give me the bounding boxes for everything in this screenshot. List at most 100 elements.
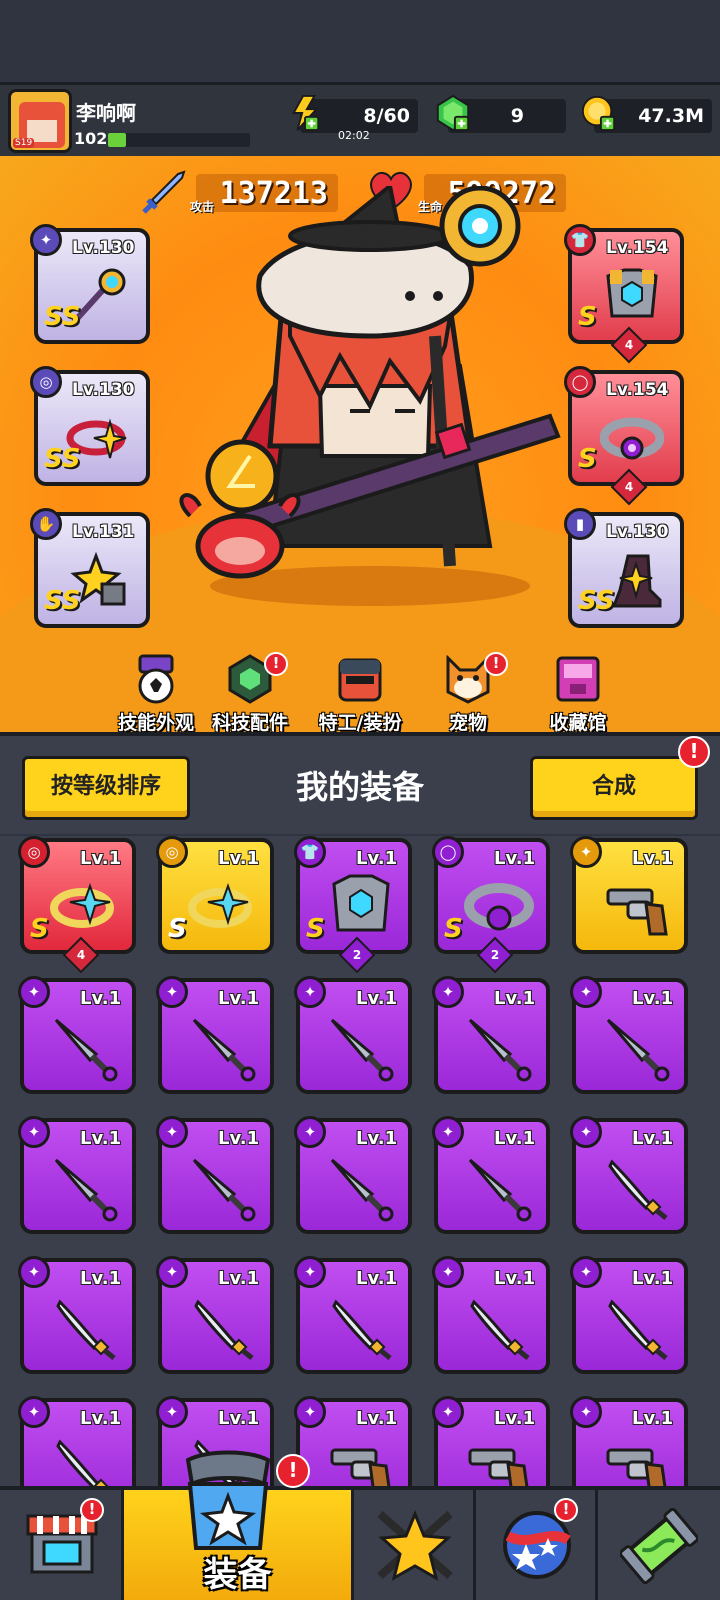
coin-icon (581, 95, 616, 132)
item-level: Lv.1 (356, 1128, 398, 1149)
boot-category-icon: ▮ (564, 508, 596, 540)
equipped-ring-slot[interactable]: ◎ Lv.130 SS (30, 366, 150, 486)
equipped-belt-slot[interactable]: ◯ Lv.154 S 4 (564, 366, 684, 506)
star-count-badge: 4 (62, 936, 100, 974)
energy-counter[interactable]: 8/60 02:02 (291, 94, 418, 142)
item-category-icon: ✦ (432, 1396, 464, 1428)
nav-tech-part[interactable]: 科技配件 ! (190, 652, 310, 732)
inventory-item[interactable]: ✦ Lv.1 (18, 1396, 136, 1486)
energy-bolt-icon (291, 94, 320, 132)
item-category-icon: ✦ (294, 1396, 326, 1428)
inventory-item[interactable]: ✦ Lv.1 (294, 1256, 412, 1374)
kunai-icon (330, 1018, 394, 1082)
slot-rarity: SS (44, 302, 81, 332)
bottom-tab-equipment[interactable]: ! 装备 (124, 1450, 354, 1600)
item-rarity: S (168, 914, 187, 944)
item-category-icon: ✦ (570, 1256, 602, 1288)
alert-badge: ! (276, 1454, 310, 1488)
item-rarity: S (30, 914, 49, 944)
bottom-tab-label: 装备 (203, 1555, 272, 1595)
inventory-item[interactable]: ◯ Lv.1 S 2 (432, 836, 550, 974)
item-level: Lv.1 (356, 1268, 398, 1289)
katana-icon (56, 1439, 110, 1486)
coin-counter[interactable]: 47.3M (581, 95, 712, 133)
equipped-glove-slot[interactable]: ✋ Lv.131 SS (30, 508, 150, 628)
inventory-item[interactable]: ✦ Lv.1 (156, 1256, 274, 1374)
bottom-tab-evolution[interactable] (598, 1490, 720, 1600)
nav-label: 宠物 (448, 712, 487, 732)
kunai-icon (330, 1158, 394, 1222)
armor-category-icon: 👕 (564, 224, 596, 256)
evolution-capsule-icon (620, 1508, 698, 1584)
inventory-item[interactable]: ◎ Lv.1 S 4 (18, 836, 136, 974)
slot-rarity: SS (44, 586, 81, 616)
battle-star-icon (377, 1510, 453, 1582)
nav-pet[interactable]: 宠物 ! (408, 652, 528, 732)
inventory-item[interactable]: ✦ Lv.1 (18, 976, 136, 1094)
ring-category-icon: ◎ (30, 366, 62, 398)
nav-collection[interactable]: 收藏馆 (518, 654, 638, 732)
merge-button-label: 合成 (591, 774, 636, 799)
gem-counter[interactable]: 9 (436, 94, 566, 133)
item-level: Lv.1 (356, 988, 398, 1009)
slot-rarity: S (578, 444, 597, 474)
inventory-item[interactable]: ✦ Lv.1 (18, 1256, 136, 1374)
item-level: Lv.1 (356, 1408, 398, 1429)
inventory-item[interactable]: ✦ Lv.1 (432, 1116, 550, 1234)
item-level: Lv.1 (218, 1128, 260, 1149)
equipped-armor-slot[interactable]: 👕 Lv.154 S 4 (564, 224, 684, 364)
player-hud: S19 李响啊 102 8/60 02:02 9 47.3M (0, 82, 720, 156)
inventory-item[interactable]: ✦ Lv.1 (156, 976, 274, 1094)
bottom-tab-shop[interactable]: ! (0, 1490, 124, 1600)
inventory-item[interactable]: ✦ Lv.1 (432, 1256, 550, 1374)
item-level: Lv.1 (80, 848, 122, 869)
player-avatar[interactable]: S19 (8, 89, 72, 153)
item-level: Lv.1 (218, 1408, 260, 1429)
star-count-badge: 4 (610, 326, 648, 364)
kunai-icon (468, 1018, 532, 1082)
item-level: Lv.1 (632, 1408, 674, 1429)
item-level: Lv.1 (218, 1268, 260, 1289)
item-category-icon: 👕 (294, 836, 326, 868)
revolver-icon (606, 888, 668, 936)
katana-icon (470, 1299, 530, 1360)
alert-badge: ! (484, 652, 508, 676)
inventory-item[interactable]: ✦ Lv.1 (294, 1116, 412, 1234)
inventory-item[interactable]: ✦ Lv.1 (570, 1116, 688, 1234)
sort-by-level-button[interactable]: 按等级排序 (22, 756, 190, 820)
inventory-item[interactable]: ✦ Lv.1 (156, 1116, 274, 1234)
inventory-item[interactable]: ✦ Lv.1 (432, 976, 550, 1094)
kunai-icon (192, 1018, 256, 1082)
bottom-tab-talent[interactable]: ! (476, 1490, 598, 1600)
item-category-icon: ✦ (570, 836, 602, 868)
inventory-item[interactable]: ✦ Lv.1 (570, 1256, 688, 1374)
item-category-icon: ✦ (156, 976, 188, 1008)
katana-icon (194, 1299, 254, 1360)
item-category-icon: ✦ (570, 1116, 602, 1148)
inventory-item[interactable]: ✦ Lv.1 (570, 1396, 688, 1486)
nav-agent-costume[interactable]: 特工/装扮 (300, 654, 420, 732)
equipped-weapon-slot[interactable]: ✦ Lv.130 SS (30, 224, 150, 344)
alert-badge: ! (554, 1498, 578, 1522)
inventory-item[interactable]: ✦ Lv.1 (432, 1396, 550, 1486)
inventory-item[interactable]: ✦ Lv.1 (570, 976, 688, 1094)
kunai-icon (606, 1018, 670, 1082)
hero-character (179, 186, 561, 606)
gem-value: 9 (510, 105, 524, 127)
inventory-item[interactable]: ✦ Lv.1 (18, 1116, 136, 1234)
alert-badge: ! (264, 652, 288, 676)
kunai-icon (468, 1158, 532, 1222)
equipped-boot-slot[interactable]: ▮ Lv.130 SS (564, 508, 684, 628)
katana-icon (608, 1159, 668, 1220)
inventory-item[interactable]: ✦ Lv.1 (570, 836, 688, 954)
inventory-item[interactable]: ✦ Lv.1 (294, 1396, 412, 1486)
inventory-item[interactable]: ◎ Lv.1 S (156, 836, 274, 954)
belt-icon (600, 417, 664, 460)
kunai-icon (54, 1018, 118, 1082)
merge-button[interactable]: 合成 (530, 756, 698, 820)
inventory-item[interactable]: ✦ Lv.1 (294, 976, 412, 1094)
star-count-badge: 2 (338, 936, 376, 974)
slot-level: Lv.130 (72, 380, 135, 400)
inventory-item[interactable]: 👕 Lv.1 S 2 (294, 836, 412, 974)
bottom-tab-battle[interactable] (354, 1490, 476, 1600)
